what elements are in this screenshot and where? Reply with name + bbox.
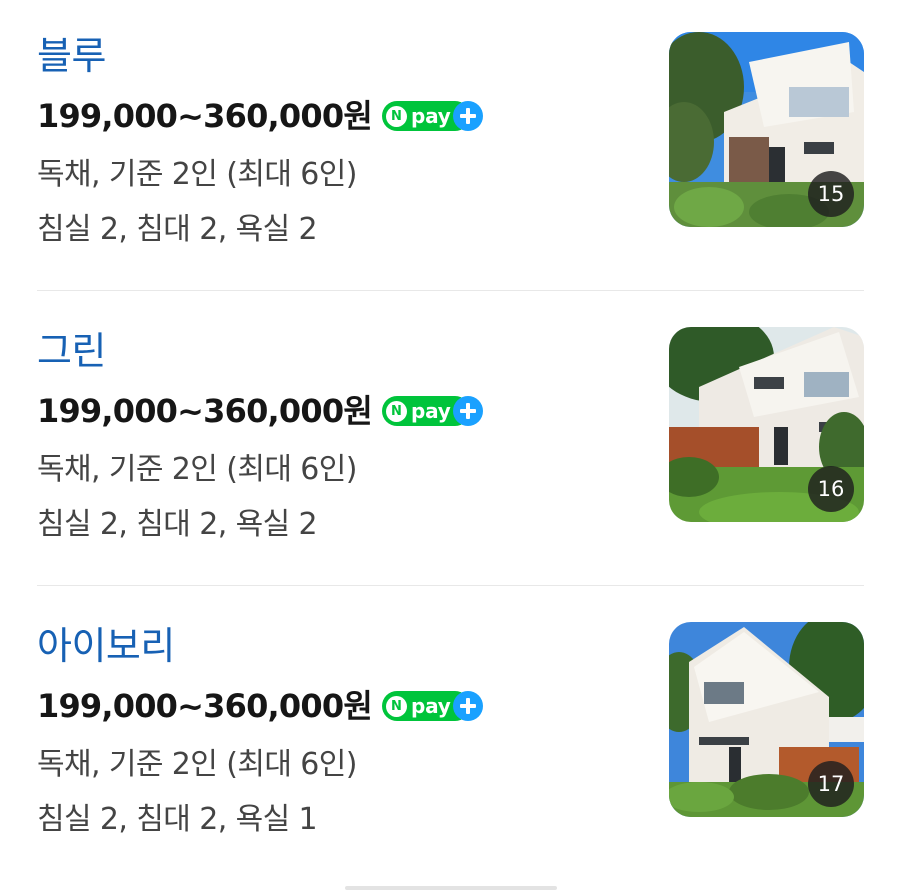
plus-icon [452,396,483,426]
room-thumbnail[interactable]: 15 [669,32,864,227]
room-name[interactable]: 블루 [37,32,106,80]
plus-icon [452,101,483,131]
naver-n-icon: N [385,400,407,422]
rooms-text: 침실 2, 침대 2, 욕실 2 [37,507,318,542]
photo-count-badge: 15 [808,171,854,217]
price: 199,000~360,000원 [37,392,373,430]
price: 199,000~360,000원 [37,97,373,135]
photo-count-badge: 17 [808,761,854,807]
type-capacity-text: 독채, 기준 2인 (최대 6인) [37,747,357,782]
room-listing-green[interactable]: 그린 199,000~360,000원 Npay 독채, 기준 2인 (최대 6… [0,295,900,590]
type-capacity-text: 독채, 기준 2인 (최대 6인) [37,452,357,487]
price-row: 199,000~360,000원 Npay [37,92,483,140]
bottom-sheet-handle [345,886,557,890]
room-name[interactable]: 그린 [37,327,106,375]
npay-plus-badge: Npay [381,101,483,131]
rooms-text: 침실 2, 침대 2, 욕실 2 [37,212,318,247]
price-row: 199,000~360,000원 Npay [37,387,483,435]
room-listing-ivory[interactable]: 아이보리 199,000~360,000원 Npay 독채, 기준 2인 (최대… [0,590,900,885]
npay-plus-badge: Npay [381,396,483,426]
plus-icon [452,691,483,721]
photo-count-badge: 16 [808,466,854,512]
price-row: 199,000~360,000원 Npay [37,682,483,730]
divider [37,585,864,586]
room-name[interactable]: 아이보리 [37,622,175,670]
room-thumbnail[interactable]: 17 [669,622,864,817]
naver-n-icon: N [385,105,407,127]
divider [37,290,864,291]
naver-n-icon: N [385,695,407,717]
npay-plus-badge: Npay [381,691,483,721]
rooms-text: 침실 2, 침대 2, 욕실 1 [37,802,318,837]
room-thumbnail[interactable]: 16 [669,327,864,522]
price: 199,000~360,000원 [37,687,373,725]
type-capacity-text: 독채, 기준 2인 (최대 6인) [37,157,357,192]
room-listing-blue[interactable]: 블루 199,000~360,000원 Npay 독채, 기준 2인 (최대 6… [0,0,900,295]
